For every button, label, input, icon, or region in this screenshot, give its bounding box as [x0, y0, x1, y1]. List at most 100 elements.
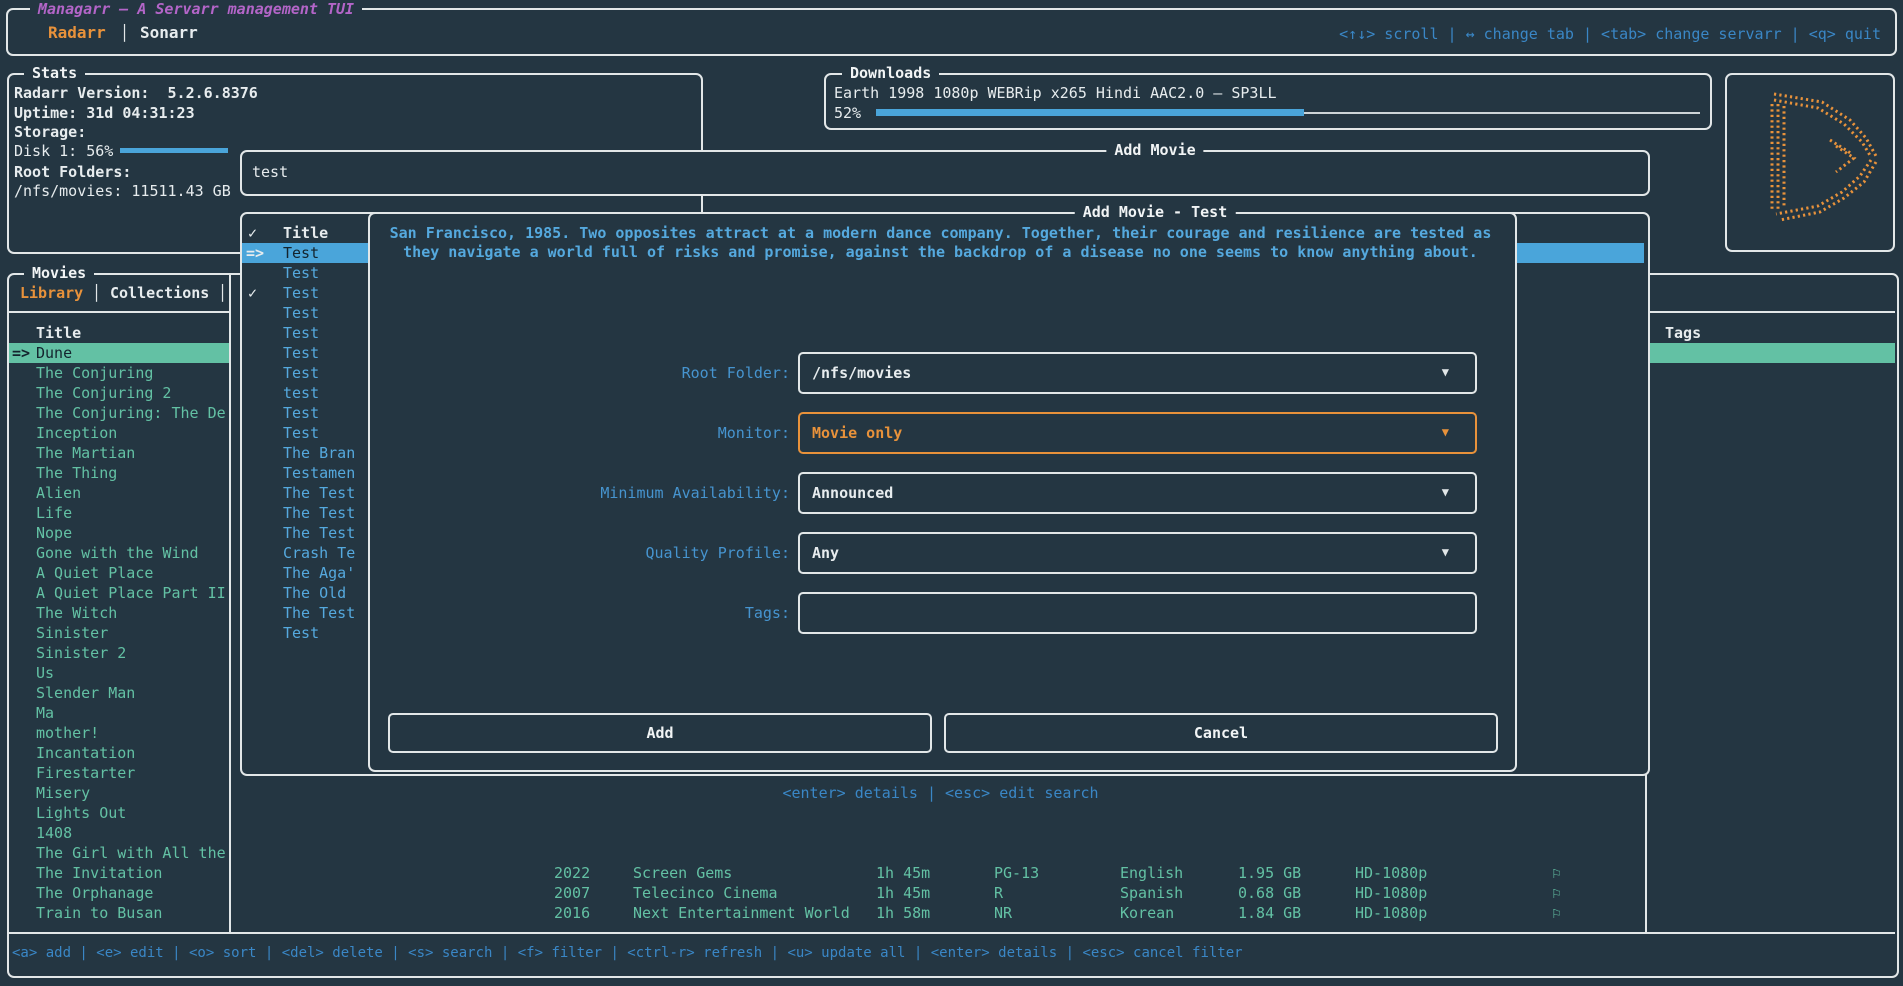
monitor-value: Movie only [812, 424, 902, 442]
stats-rootfolder-value: /nfs/movies: 11511.43 GB [14, 182, 231, 200]
stats-uptime: Uptime: 31d 04:31:23 [14, 104, 195, 122]
stats-title: Stats [24, 64, 85, 82]
search-result-row[interactable]: Test [283, 324, 363, 342]
movie-row[interactable]: A Quiet Place Part II [36, 584, 226, 602]
movie-language-cell: Spanish [1120, 884, 1183, 902]
add-movie-search-box[interactable] [240, 150, 1650, 196]
monitor-select[interactable]: Movie only ▼ [798, 412, 1477, 454]
selected-movie-marker: => [12, 344, 30, 362]
movie-row[interactable]: Misery [36, 784, 226, 802]
search-result-row[interactable]: Crash Te [283, 544, 363, 562]
movie-row[interactable]: Sinister 2 [36, 644, 226, 662]
tabs-divider-left [9, 311, 229, 313]
movie-row[interactable]: The Orphanage [36, 884, 226, 902]
search-result-row[interactable]: The Test [283, 484, 363, 502]
movie-row[interactable]: mother! [36, 724, 226, 742]
monitored-flag-icon: ⚐ [1552, 864, 1561, 882]
movie-row[interactable]: The Witch [36, 604, 226, 622]
managarr-screen: Managarr — A Servarr management TUI Rada… [0, 0, 1903, 986]
movie-row[interactable]: The Girl with All the [36, 844, 226, 862]
tab-sonarr[interactable]: Sonarr [140, 24, 198, 42]
search-result-row[interactable]: Test [283, 624, 363, 642]
root-folder-label: Root Folder: [368, 364, 790, 382]
movie-row[interactable]: A Quiet Place [36, 564, 226, 582]
movie-row[interactable]: The Thing [36, 464, 226, 482]
movie-row[interactable]: Firestarter [36, 764, 226, 782]
search-result-row[interactable]: test [283, 384, 363, 402]
movie-row[interactable]: Train to Busan [36, 904, 226, 922]
movie-row[interactable]: The Invitation [36, 864, 226, 882]
movie-row[interactable]: Slender Man [36, 684, 226, 702]
search-result-row[interactable]: Test [283, 284, 363, 302]
quality-profile-value: Any [812, 544, 839, 562]
download-percent: 52% [834, 104, 861, 122]
search-result-row[interactable]: Test [283, 404, 363, 422]
movie-row[interactable]: Inception [36, 424, 226, 442]
tab-collections[interactable]: Collections [110, 284, 209, 302]
movie-row[interactable]: Sinister [36, 624, 226, 642]
movie-row[interactable]: Us [36, 664, 226, 682]
results-check-header: ✓ [248, 224, 257, 242]
movie-row[interactable]: The Conjuring 2 [36, 384, 226, 402]
tags-input[interactable] [798, 592, 1477, 634]
movie-row[interactable]: The Martian [36, 444, 226, 462]
popup-keybar: <enter> details | <esc> edit search [368, 784, 1513, 802]
movie-year-cell: 2007 [554, 884, 590, 902]
tab-separator: │ [120, 24, 129, 42]
movie-row[interactable]: Ma [36, 704, 226, 722]
movie-row[interactable]: The Conjuring [36, 364, 226, 382]
minimum-availability-value: Announced [812, 484, 893, 502]
search-result-row[interactable]: Test [283, 244, 363, 262]
movie-row[interactable]: Gone with the Wind [36, 544, 226, 562]
movie-row[interactable]: Alien [36, 484, 226, 502]
tab-library[interactable]: Library [20, 284, 83, 302]
chevron-down-icon: ▼ [1442, 545, 1449, 559]
search-result-row[interactable]: The Test [283, 504, 363, 522]
search-result-row[interactable]: Test [283, 304, 363, 322]
add-button[interactable]: Add [388, 713, 932, 753]
selected-result-marker: => [246, 244, 264, 262]
stats-storage-label: Storage: [14, 123, 86, 141]
movie-row[interactable]: Lights Out [36, 804, 226, 822]
add-movie-search-title: Add Movie [1106, 141, 1203, 159]
search-result-row[interactable]: Test [283, 364, 363, 382]
chevron-down-icon: ▼ [1442, 365, 1449, 379]
download-item: Earth 1998 1080p WEBRip x265 Hindi AAC2.… [834, 84, 1277, 102]
search-result-row[interactable]: Test [283, 264, 363, 282]
search-result-row[interactable]: The Old [283, 584, 363, 602]
quality-profile-label: Quality Profile: [368, 544, 790, 562]
popup-title: Add Movie - Test [1075, 203, 1236, 221]
search-result-row[interactable]: The Bran [283, 444, 363, 462]
add-movie-search-input[interactable]: test [252, 163, 288, 181]
movie-row[interactable]: Incantation [36, 744, 226, 762]
app-title: Managarr — A Servarr management TUI [30, 0, 362, 18]
tab-radarr[interactable]: Radarr [48, 24, 106, 42]
movie-runtime-cell: 1h 58m [876, 904, 930, 922]
popup-description-line1: San Francisco, 1985. Two opposites attra… [368, 224, 1513, 242]
minimum-availability-select[interactable]: Announced ▼ [798, 472, 1477, 514]
tags-label: Tags: [368, 604, 790, 622]
movie-row[interactable]: Nope [36, 524, 226, 542]
movie-row[interactable]: The Conjuring: The De [36, 404, 226, 422]
search-result-row[interactable]: Test [283, 344, 363, 362]
quality-profile-select[interactable]: Any ▼ [798, 532, 1477, 574]
cancel-button[interactable]: Cancel [944, 713, 1498, 753]
search-result-row[interactable]: Testamen [283, 464, 363, 482]
search-result-row[interactable]: Test [283, 424, 363, 442]
movie-runtime-cell: 1h 45m [876, 884, 930, 902]
movies-tab-separator-2: │ [218, 284, 227, 302]
movie-row[interactable]: Life [36, 504, 226, 522]
chevron-down-icon: ▼ [1442, 425, 1449, 439]
movie-size-cell: 1.95 GB [1238, 864, 1301, 882]
search-result-row[interactable]: The Test [283, 604, 363, 622]
results-title-header: Title [283, 224, 328, 242]
keybar-divider [9, 932, 1895, 934]
movie-quality-cell: HD-1080p [1355, 904, 1427, 922]
search-result-row[interactable]: The Aga' [283, 564, 363, 582]
movie-row[interactable]: 1408 [36, 824, 226, 842]
movie-row[interactable]: Dune [36, 344, 226, 362]
root-folder-select[interactable]: /nfs/movies ▼ [798, 352, 1477, 394]
movie-quality-cell: HD-1080p [1355, 884, 1427, 902]
search-result-row[interactable]: The Test [283, 524, 363, 542]
movie-year-cell: 2016 [554, 904, 590, 922]
